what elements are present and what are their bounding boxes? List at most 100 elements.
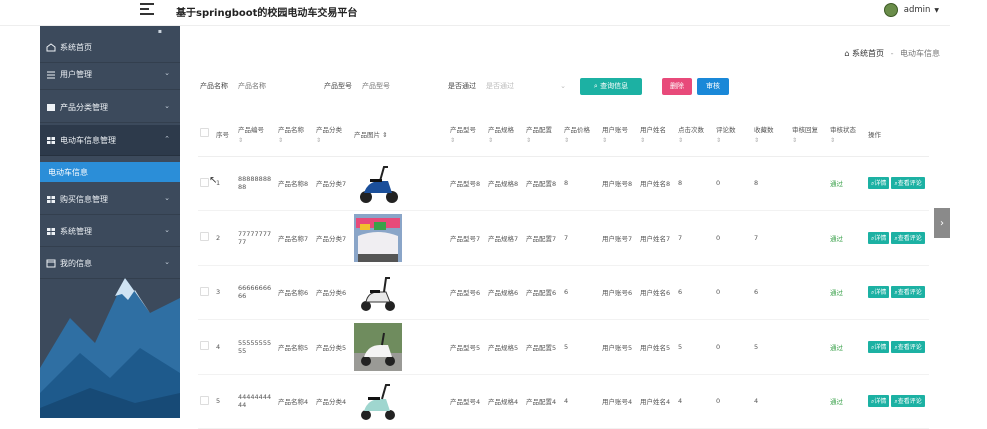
cell-spec: 产品规格7 [486, 210, 524, 266]
detail-button[interactable]: ⌕详情 [868, 340, 890, 353]
user-menu[interactable]: admin ▼ [883, 3, 939, 17]
col-header: 序号 [214, 112, 236, 157]
cell-index: 3 [214, 265, 236, 320]
row-checkbox[interactable] [200, 395, 209, 405]
view-comment-button-label: 查看评论 [897, 289, 922, 297]
search-icon: ⌕ [593, 81, 598, 90]
model-filter-input[interactable] [362, 79, 434, 93]
detail-button-label: 详情 [874, 289, 887, 297]
row-checkbox[interactable] [200, 177, 209, 187]
table-row[interactable]: 1 8888888888 产品名称8 产品分类7 产品型号8 产品规格8 产品配置8 8 用户账… [198, 156, 929, 211]
chevron-down-icon: ⌄ [164, 102, 170, 110]
top-navbar: 基于springboot的校园电动车交易平台 admin ▼ [0, 0, 987, 26]
cell-spec: 产品规格8 [486, 156, 524, 211]
sidebar-item-purchase[interactable]: 购买信息管理 ⌄ [40, 184, 180, 215]
row-select-cell[interactable] [198, 210, 214, 266]
name-filter-input[interactable] [238, 79, 310, 93]
chevron-down-icon: ⌄ [164, 69, 170, 77]
sidebar-item-label: 用户管理 [60, 69, 92, 79]
product-image [354, 268, 446, 317]
col-header[interactable]: 产品编号 ⇕ [236, 112, 276, 157]
cell-name: 产品名称5 [276, 319, 314, 375]
sidebar-item-ebike[interactable]: 电动车信息管理 ⌃ [40, 125, 180, 156]
view-comment-button[interactable]: ⌕查看评论 [891, 231, 925, 244]
sidebar-item-category[interactable]: 产品分类管理 ⌄ [40, 92, 180, 123]
col-header[interactable]: 审核状态 ⇕ [828, 112, 866, 157]
user-name[interactable]: admin [904, 5, 931, 15]
table-row[interactable]: 3 6666666666 产品名称6 产品分类6 产品型号6 产品规格6 产品配置6 6 用户账… [198, 265, 929, 320]
col-header[interactable]: 产品图片 ⇕ [352, 112, 448, 157]
mouse-cursor-icon: ↖ [209, 175, 218, 186]
row-select-cell[interactable] [198, 265, 214, 320]
cell-name: 产品名称6 [276, 265, 314, 320]
caret-down-icon[interactable]: ▼ [934, 7, 939, 14]
sidebar: ▪ 系统首页 用户管理 ⌄ 产品分类管理 ⌄ 电动车信息管理 ⌃ 电动车信息 购… [40, 26, 180, 418]
table-row[interactable]: 5 4444444444 产品名称4 产品分类4 产品型号4 产品规格4 产品配置4 4 用户账… [198, 374, 929, 429]
cell-favorites: 7 [752, 210, 790, 266]
breadcrumb: ⌂ 系统首页 - 电动车信息 [844, 48, 940, 59]
avatar[interactable] [883, 3, 898, 17]
cell-price: 5 [562, 319, 600, 375]
col-header[interactable]: 产品价格 ⇕ [562, 112, 600, 157]
cell-status: 通过 [828, 319, 866, 375]
breadcrumb-current: 电动车信息 [900, 49, 940, 58]
row-checkbox[interactable] [200, 232, 209, 242]
cell-image [352, 374, 448, 429]
row-checkbox[interactable] [200, 286, 209, 296]
view-comment-button[interactable]: ⌕查看评论 [891, 395, 925, 408]
audit-button[interactable]: 审核 [697, 77, 729, 95]
row-select-cell[interactable] [198, 374, 214, 429]
select-all-cell[interactable] [198, 112, 214, 157]
sidebar-item-profile[interactable]: 我的信息 ⌄ [40, 248, 180, 279]
main-content: ⌂ 系统首页 - 电动车信息 产品名称 产品型号 是否通过 是否通过 ⌄ ⌕ 查… [180, 26, 950, 429]
sidebar-subitem-ebike-info[interactable]: 电动车信息 [40, 162, 180, 182]
view-comment-button[interactable]: ⌕查看评论 [891, 286, 925, 299]
detail-button[interactable]: ⌕详情 [868, 231, 890, 244]
detail-button-label: 详情 [874, 234, 887, 242]
col-header[interactable]: 点击次数 ⇕ [676, 112, 714, 157]
select-all-checkbox[interactable] [200, 128, 209, 138]
table-row[interactable]: 4 5555555555 产品名称5 产品分类5 产品型号5 产品规格5 产品配置5 5 用户账… [198, 319, 929, 375]
col-header[interactable]: 审核回复 ⇕ [790, 112, 828, 157]
cell-config: 产品配置4 [524, 374, 562, 429]
view-comment-button[interactable]: ⌕查看评论 [891, 177, 925, 190]
col-header[interactable]: 产品配置 ⇕ [524, 112, 562, 157]
col-header[interactable]: 产品规格 ⇕ [486, 112, 524, 157]
col-header[interactable]: 评论数 ⇕ [714, 112, 752, 157]
col-header[interactable]: 用户账号 ⇕ [600, 112, 638, 157]
col-header[interactable]: 产品名称 ⇕ [276, 112, 314, 157]
cell-price: 4 [562, 374, 600, 429]
next-arrow-icon[interactable]: › [934, 208, 950, 238]
model-filter-label: 产品型号 [324, 82, 352, 90]
breadcrumb-home[interactable]: 系统首页 [852, 49, 884, 58]
col-header[interactable]: 产品分类 ⇕ [314, 112, 352, 157]
detail-button[interactable]: ⌕详情 [868, 177, 890, 190]
delete-button[interactable]: 删除 [662, 77, 692, 95]
sidebar-item-users[interactable]: 用户管理 ⌄ [40, 59, 180, 90]
cell-code: 7777777777 [236, 210, 276, 266]
cell-name: 产品名称7 [276, 210, 314, 266]
table-row[interactable]: 2 7777777777 产品名称7 产品分类7 产品型号7 产品规格7 产品配置7 7 用户账… [198, 210, 929, 266]
name-filter-label: 产品名称 [200, 82, 228, 90]
cell-comments: 0 [714, 210, 752, 266]
col-header[interactable]: 产品型号 ⇕ [448, 112, 486, 157]
cell-comments: 0 [714, 156, 752, 211]
detail-button[interactable]: ⌕详情 [868, 286, 890, 299]
view-comment-button-label: 查看评论 [897, 234, 922, 242]
cell-model: 产品型号8 [448, 156, 486, 211]
search-button[interactable]: ⌕ 查询信息 [580, 77, 642, 95]
cell-reply [790, 374, 828, 429]
cell-model: 产品型号6 [448, 265, 486, 320]
cell-category: 产品分类5 [314, 319, 352, 375]
sidebar-item-system[interactable]: 系统管理 ⌄ [40, 216, 180, 247]
col-header[interactable]: 用户姓名 ⇕ [638, 112, 676, 157]
row-checkbox[interactable] [200, 341, 209, 351]
view-comment-button[interactable]: ⌕查看评论 [891, 340, 925, 353]
hamburger-menu-icon[interactable] [140, 3, 154, 17]
detail-button[interactable]: ⌕详情 [868, 395, 890, 408]
cell-model: 产品型号5 [448, 319, 486, 375]
pass-filter-select[interactable]: 是否通过 ⌄ [486, 79, 566, 93]
col-header[interactable]: 收藏数 ⇕ [752, 112, 790, 157]
sidebar-item-label: 产品分类管理 [60, 102, 108, 112]
row-select-cell[interactable] [198, 319, 214, 375]
